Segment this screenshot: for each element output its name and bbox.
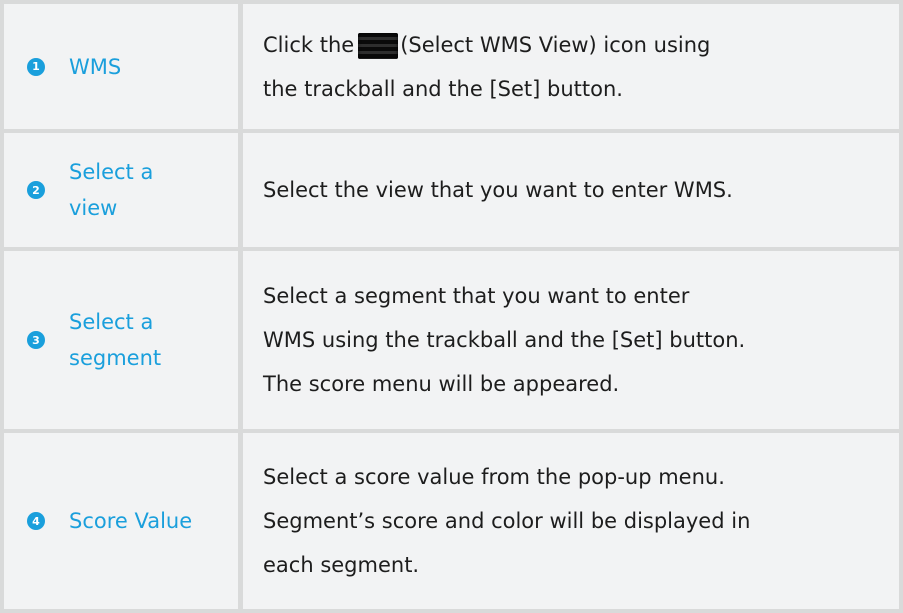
step-description: Select the view that you want to enter W… [263,178,733,202]
step-cell: 2 Select a view [4,133,238,247]
step-number-badge: 3 [27,331,45,349]
table-row: 2 Select a view Select the view that you… [4,133,899,247]
description-cell: Select a segment that you want to enter … [243,251,899,429]
step-number-badge: 1 [27,57,45,76]
steps-table: 1 WMS Click the (Select WMS View) icon us… [0,0,903,613]
step-description: Select a score value from the pop-up men… [263,465,751,577]
step-cell: 4 Score Value [4,433,238,609]
step-label: WMS [69,54,122,79]
step-label: Select a view [69,160,154,220]
step-label: Select a segment [69,310,162,370]
description-cell: Select the view that you want to enter W… [243,133,899,247]
step-description: Select a segment that you want to enter … [263,284,746,396]
table-row: 3 Select a segment Select a segment that… [4,251,899,429]
step-number-badge: 4 [27,512,45,530]
description-cell: Select a score value from the pop-up men… [243,433,899,609]
step-number-badge: 2 [27,181,45,199]
step-cell: 1 WMS [4,4,238,129]
table-row: 4 Score Value Select a score value from … [4,433,899,609]
table-row: 1 WMS Click the (Select WMS View) icon us… [4,4,899,129]
step-label: Score Value [69,509,193,533]
step-cell: 3 Select a segment [4,251,238,429]
step-description: Click the (Select WMS View) icon using th… [243,23,724,111]
description-text-before-icon: Click the [263,32,355,57]
select-wms-view-icon [358,32,399,59]
description-cell: Click the (Select WMS View) icon using th… [243,4,899,129]
